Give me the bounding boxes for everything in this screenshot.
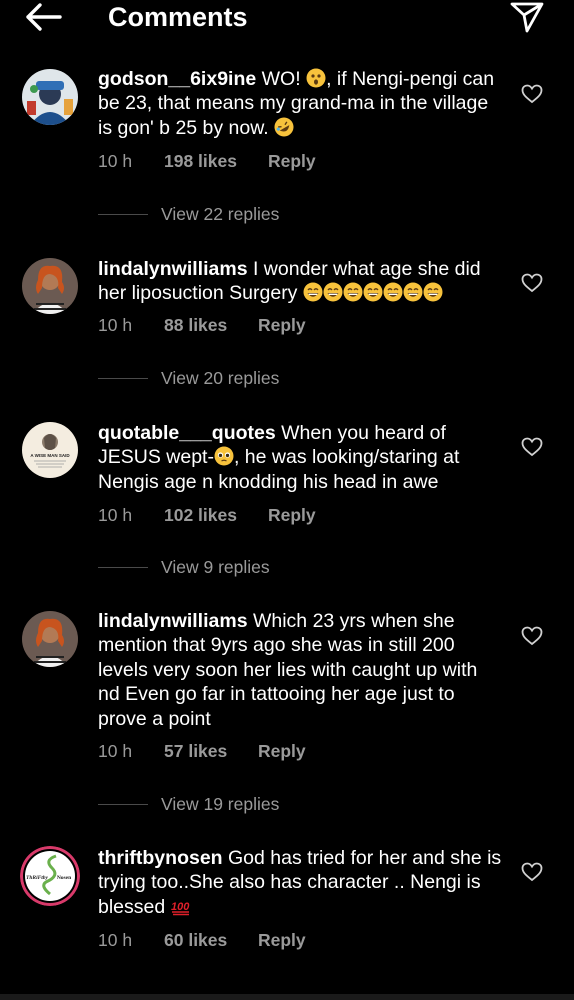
reply-button[interactable]: Reply [258,739,306,763]
heart-icon [521,437,543,457]
view-replies-label: View 19 replies [161,794,280,814]
avatar-caption: A WISE MAN SAID [30,453,70,458]
reply-button[interactable]: Reply [268,149,316,173]
arrow-left-icon [26,3,62,31]
comment-text: lindalynwilliams I wonder what age she d… [98,257,502,306]
grinning-face-icon [363,282,383,302]
like-button[interactable] [521,273,543,293]
comment-text: godson__6ix9ine WO! , if Nengi-pengi can… [98,67,502,140]
comment-username[interactable]: lindalynwilliams [98,258,248,280]
avatar[interactable] [22,611,78,667]
heart-icon [521,273,543,293]
comment-username[interactable]: lindalynwilliams [98,610,248,632]
top-bar: Comments [0,0,574,40]
share-button[interactable] [508,0,546,34]
comment-time: 10 h [98,151,133,171]
avatar-caption: Nosen [57,875,71,881]
comment-time: 10 h [98,315,133,335]
replies-divider [98,214,148,215]
astonished-face-icon [306,68,326,88]
comment-username[interactable]: godson__6ix9ine [98,68,256,90]
replies-divider [98,567,148,568]
avatar[interactable]: A WISE MAN SAID [22,422,78,478]
like-count[interactable]: 57 likes [164,739,227,763]
like-count[interactable]: 88 likes [164,313,227,337]
grinning-face-icon [403,282,423,302]
page-title: Comments [108,2,248,32]
like-button[interactable] [521,437,543,457]
view-replies-label: View 20 replies [161,368,280,388]
heart-icon [521,862,543,882]
avatar[interactable] [22,258,78,314]
comment-time: 10 h [98,930,133,950]
comment-time: 10 h [98,505,133,525]
comment-username[interactable]: thriftbynosen [98,847,223,869]
avatar[interactable]: ThRiFtby Nosen [20,846,80,906]
heart-icon [521,626,543,646]
grinning-face-icon [383,282,403,302]
pleading-face-icon [214,446,234,466]
like-count[interactable]: 102 likes [164,503,237,527]
svg-text:100: 100 [171,901,190,913]
rolling-laughing-face-icon [274,117,294,137]
comment-text: quotable___quotes When you heard of JESU… [98,421,502,494]
reply-button[interactable]: Reply [258,928,306,952]
comment-content: WO! [261,68,307,90]
like-count[interactable]: 198 likes [164,149,237,173]
reply-button[interactable]: Reply [268,503,316,527]
comment-username[interactable]: quotable___quotes [98,422,276,444]
grinning-face-icon [303,282,323,302]
avatar[interactable] [22,69,78,125]
like-button[interactable] [521,626,543,646]
view-replies-label: View 9 replies [161,557,270,577]
view-replies-label: View 22 replies [161,204,280,224]
emoji-group [303,282,443,304]
back-button[interactable] [24,2,62,32]
comment-text: thriftbynosen God has tried for her and … [98,846,502,919]
hundred-points-icon: 100 [171,901,190,916]
like-count[interactable]: 60 likes [164,928,227,952]
grinning-face-icon [343,282,363,302]
heart-icon [521,84,543,104]
send-icon [510,2,544,33]
comment-time: 10 h [98,741,133,761]
like-button[interactable] [521,862,543,882]
grinning-face-icon [423,282,443,302]
reply-button[interactable]: Reply [258,313,306,337]
replies-divider [98,378,148,379]
bottom-edge [0,994,574,1000]
avatar-caption: ThRiFtby [26,875,49,881]
like-button[interactable] [521,84,543,104]
grinning-face-icon [323,282,343,302]
replies-divider [98,804,148,805]
comment-text: lindalynwilliams Which 23 yrs when she m… [98,609,502,731]
